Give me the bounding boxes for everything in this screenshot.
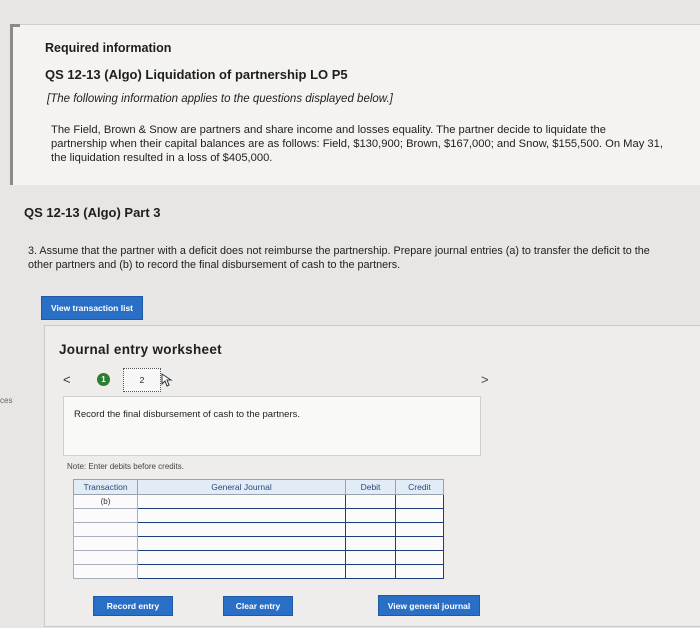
intro-note: [The following information applies to th…	[47, 93, 393, 105]
question-text: 3. Assume that the partner with a defici…	[28, 244, 698, 272]
panel-corner-mark	[10, 24, 20, 27]
transaction-cell	[73, 536, 138, 551]
account-input[interactable]	[137, 494, 346, 509]
journal-row	[73, 536, 444, 551]
account-input[interactable]	[137, 508, 346, 523]
record-entry-button[interactable]: Record entry	[93, 596, 173, 616]
account-input[interactable]	[137, 564, 346, 579]
question-set-title: QS 12-13 (Algo) Liquidation of partnersh…	[45, 67, 348, 82]
journal-row	[73, 550, 444, 565]
debits-note: Note: Enter debits before credits.	[67, 462, 184, 471]
journal-table: Transaction General Journal Debit Credit…	[73, 479, 444, 579]
journal-entry-worksheet: Journal entry worksheet < 1 2 > Record t…	[44, 325, 700, 627]
debit-column-header: Debit	[345, 479, 396, 495]
debit-input[interactable]	[345, 508, 396, 523]
step-2-current-indicator[interactable]: 2	[123, 368, 161, 392]
required-information-panel: Required information QS 12-13 (Algo) Liq…	[10, 24, 700, 185]
credit-input[interactable]	[395, 522, 444, 537]
account-input[interactable]	[137, 522, 346, 537]
credit-column-header: Credit	[395, 479, 444, 495]
clear-entry-button[interactable]: Clear entry	[223, 596, 293, 616]
debit-input[interactable]	[345, 494, 396, 509]
transaction-cell	[73, 508, 138, 523]
required-information-heading: Required information	[45, 41, 172, 55]
credit-input[interactable]	[395, 564, 444, 579]
question-line: 3. Assume that the partner with a defici…	[28, 245, 650, 257]
worksheet-title: Journal entry worksheet	[59, 342, 222, 357]
debit-input[interactable]	[345, 564, 396, 579]
scenario-text: The Field, Brown & Snow are partners and…	[51, 123, 700, 165]
account-input[interactable]	[137, 550, 346, 565]
scenario-line: the liquidation resulted in a loss of $4…	[51, 152, 273, 164]
step-1-complete-indicator[interactable]: 1	[97, 373, 110, 386]
view-transaction-list-button[interactable]: View transaction list	[41, 296, 143, 320]
transaction-cell	[73, 522, 138, 537]
transaction-cell: (b)	[73, 494, 138, 509]
view-general-journal-button[interactable]: View general journal	[378, 595, 480, 616]
debit-input[interactable]	[345, 522, 396, 537]
credit-input[interactable]	[395, 550, 444, 565]
transaction-column-header: Transaction	[73, 479, 138, 495]
general-journal-column-header: General Journal	[137, 479, 346, 495]
journal-row	[73, 508, 444, 523]
debit-input[interactable]	[345, 550, 396, 565]
previous-step-chevron-icon[interactable]: <	[63, 372, 71, 387]
instruction-box: Record the final disbursement of cash to…	[63, 396, 481, 456]
question-line: other partners and (b) to record the fin…	[28, 259, 401, 271]
account-input[interactable]	[137, 536, 346, 551]
scenario-line: The Field, Brown & Snow are partners and…	[51, 124, 606, 136]
journal-row	[73, 522, 444, 537]
credit-input[interactable]	[395, 508, 444, 523]
scenario-line: partnership when their capital balances …	[51, 138, 663, 150]
transaction-cell	[73, 550, 138, 565]
side-nav-label[interactable]: ces	[0, 396, 12, 405]
debit-input[interactable]	[345, 536, 396, 551]
part-title: QS 12-13 (Algo) Part 3	[24, 205, 161, 220]
credit-input[interactable]	[395, 536, 444, 551]
transaction-cell	[73, 564, 138, 579]
credit-input[interactable]	[395, 494, 444, 509]
mouse-pointer-icon	[161, 373, 173, 387]
journal-row	[73, 564, 444, 579]
journal-row: (b)	[73, 494, 444, 509]
instruction-text: Record the final disbursement of cash to…	[74, 409, 301, 420]
next-step-chevron-icon[interactable]: >	[481, 372, 489, 387]
